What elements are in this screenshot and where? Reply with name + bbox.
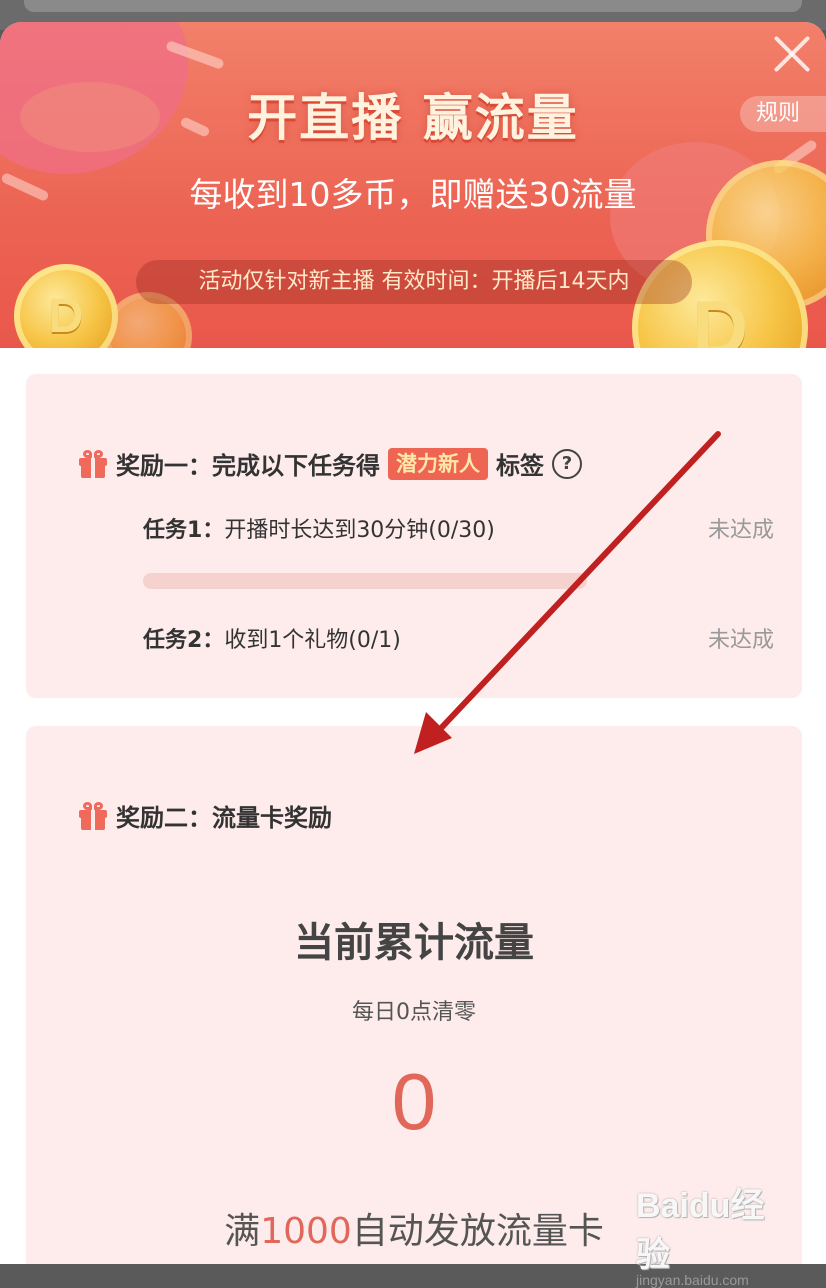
task-status: 未达成	[707, 628, 774, 653]
promo-subtitle: 每收到10多币，即赠送30流量	[189, 175, 637, 214]
threshold-value: 1000	[260, 1211, 352, 1252]
task-label: 任务2：	[143, 628, 225, 653]
reward-one-title-suffix: 标签	[496, 452, 544, 480]
live-reward-sheet: D D 规则 开直播 赢流量 每收到10多币，即赠送30流量 活动仅针对新主播 …	[0, 22, 826, 1264]
baidu-watermark: Baidu经验 jingyan.baidu.com	[636, 1178, 786, 1288]
coin-icon: D	[14, 264, 118, 348]
task-progress-bar	[143, 573, 587, 589]
reward-one-title-prefix: 奖励一：完成以下任务得	[116, 452, 380, 480]
eligibility-notice: 活动仅针对新主播 有效时间：开播后14天内	[136, 260, 692, 304]
gift-icon	[79, 802, 107, 830]
gift-icon	[79, 450, 107, 478]
background-card-edge	[24, 0, 802, 12]
task-status: 未达成	[707, 518, 774, 543]
task-label: 任务1：	[143, 518, 225, 543]
watermark-url: jingyan.baidu.com	[636, 1272, 749, 1288]
reward-one-title: 奖励一：完成以下任务得 潜力新人 标签 ?	[116, 446, 582, 481]
daily-reset-note: 每日0点清零	[352, 1000, 476, 1025]
task-description: 开播时长达到30分钟(0/30)	[224, 518, 495, 543]
accumulated-traffic-title: 当前累计流量	[294, 920, 534, 966]
help-icon[interactable]: ?	[552, 448, 582, 479]
task-item: 任务2：收到1个礼物(0/1)	[143, 622, 401, 654]
accumulated-traffic-value: 0	[391, 1057, 437, 1146]
reward-one-card: 奖励一：完成以下任务得 潜力新人 标签 ? 任务1：开播时长达到30分钟(0/3…	[26, 374, 802, 698]
task-item: 任务1：开播时长达到30分钟(0/30)	[143, 512, 495, 544]
potential-newbie-badge: 潜力新人	[388, 447, 488, 480]
promo-title: 开直播 赢流量	[247, 89, 579, 147]
task-description: 收到1个礼物(0/1)	[224, 628, 401, 653]
promo-header: D D 规则 开直播 赢流量 每收到10多币，即赠送30流量 活动仅针对新主播 …	[0, 22, 826, 348]
reward-two-title: 奖励二：流量卡奖励	[116, 804, 332, 832]
watermark-logo: Baidu经验	[636, 1187, 765, 1274]
close-icon[interactable]	[770, 32, 814, 76]
